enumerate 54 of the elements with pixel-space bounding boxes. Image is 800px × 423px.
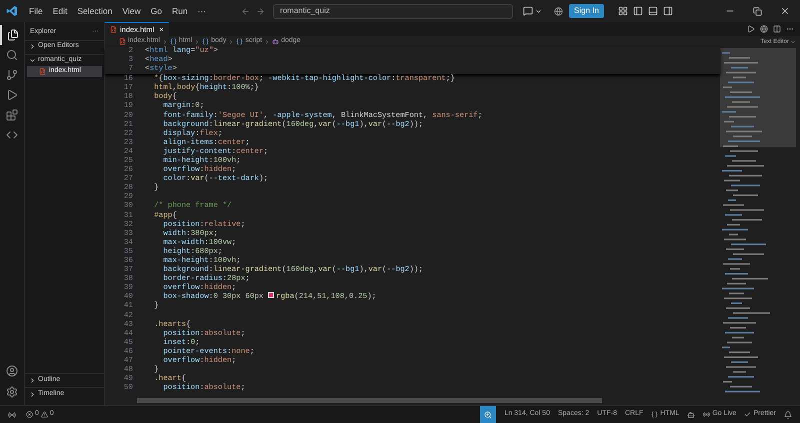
copilot-icon[interactable] — [687, 410, 696, 418]
menu-item[interactable]: File — [24, 4, 48, 18]
html-file-icon — [110, 26, 117, 33]
layout-icon[interactable] — [618, 6, 628, 16]
chevron-icon — [264, 38, 270, 44]
menu-item[interactable]: Edit — [48, 4, 72, 18]
blocks-icon[interactable] — [6, 109, 18, 121]
code-icon[interactable] — [6, 129, 18, 141]
menu-item[interactable]: Run — [166, 4, 193, 18]
app-logo-icon[interactable] — [6, 5, 18, 17]
menu-item[interactable]: Go — [146, 4, 167, 18]
search-icon[interactable] — [6, 49, 18, 61]
play-icon[interactable] — [6, 89, 18, 101]
chat-icon[interactable] — [523, 6, 534, 16]
restore-icon[interactable] — [753, 6, 762, 16]
account-icon[interactable] — [6, 365, 18, 377]
split-editor-icon[interactable] — [773, 25, 781, 33]
globe-icon[interactable] — [760, 25, 768, 33]
menu-item[interactable]: ··· — [192, 4, 212, 18]
back-icon[interactable] — [241, 6, 250, 16]
panel-bottom-icon[interactable] — [648, 6, 658, 16]
settings-icon[interactable] — [6, 386, 18, 398]
braces-icon — [651, 411, 658, 418]
chevron-icon — [194, 38, 200, 44]
broadcast-icon — [703, 411, 710, 418]
globe-icon[interactable] — [554, 6, 564, 16]
menu-item[interactable]: View — [117, 4, 146, 18]
chevron-icon — [162, 38, 168, 44]
braces-icon — [202, 38, 210, 45]
chevron-icon[interactable] — [535, 8, 542, 14]
warning-icon — [40, 411, 48, 418]
remote-icon[interactable] — [8, 410, 16, 418]
bell-icon[interactable] — [784, 410, 792, 418]
search-field[interactable]: romantic_quiz — [273, 4, 514, 18]
horizontal-scrollbar[interactable] — [137, 398, 602, 403]
chevron-icon — [228, 38, 234, 44]
check-icon — [744, 411, 752, 418]
forward-icon[interactable] — [256, 6, 266, 16]
menu-item[interactable]: Selection — [72, 4, 118, 18]
braces-icon — [236, 38, 244, 45]
html-file-icon — [119, 38, 126, 45]
files-icon[interactable] — [7, 29, 19, 41]
zoom-button[interactable] — [480, 406, 496, 423]
html-file-icon — [39, 68, 46, 75]
branch-icon[interactable] — [6, 69, 18, 81]
run-icon[interactable] — [747, 25, 755, 33]
braces-icon — [170, 38, 177, 45]
zoom-icon — [484, 410, 492, 418]
symbol-icon — [272, 38, 280, 45]
error-icon — [26, 411, 33, 418]
sign-in-button[interactable]: Sign In — [569, 4, 604, 18]
panel-left-icon[interactable] — [632, 6, 643, 16]
panel-right-icon[interactable] — [662, 6, 673, 16]
close-icon[interactable] — [780, 6, 790, 16]
